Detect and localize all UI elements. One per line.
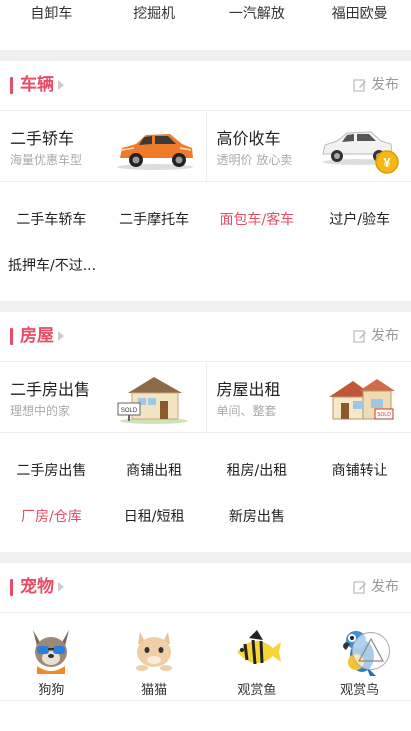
top-link[interactable]: 一汽解放 (206, 0, 309, 50)
svg-text:SOLD: SOLD (377, 412, 391, 418)
section-divider (0, 301, 411, 312)
publish-label: 发布 (371, 77, 399, 93)
category-link[interactable]: 二手摩托车 (103, 209, 206, 229)
card-title: 高价收车 (216, 129, 281, 148)
section-divider (0, 552, 411, 563)
top-link[interactable]: 自卸车 (0, 0, 103, 50)
publish-button[interactable]: 发布 (353, 577, 399, 597)
pet-item-fish[interactable]: 观赏鱼 (206, 616, 309, 700)
publish-label: 发布 (371, 579, 399, 595)
svg-text:SOLD: SOLD (120, 408, 137, 414)
section-divider (0, 50, 411, 61)
edit-icon (353, 581, 366, 594)
housing-feature-cards: 二手房出售 理想中的家 SOLD 房屋出租 单间、整套 SOLD (0, 363, 411, 433)
chevron-right-icon (58, 331, 64, 341)
top-link[interactable]: 福田欧曼 (308, 0, 411, 50)
category-link[interactable]: 过户/验车 (308, 209, 411, 229)
white-car-coin-icon: ¥ (322, 131, 399, 174)
category-link[interactable]: 新房出售 (206, 506, 309, 526)
publish-label: 发布 (371, 328, 399, 344)
card-subtitle: 单间、整套 (216, 404, 277, 418)
card-subtitle: 透明价 放心卖 (216, 153, 293, 167)
category-link[interactable]: 日租/短租 (103, 506, 206, 526)
cat-icon (136, 632, 173, 671)
svg-text:¥: ¥ (383, 155, 391, 170)
category-link[interactable]: 商铺转让 (308, 460, 411, 480)
bottom-divider (0, 700, 411, 701)
card-title: 房屋出租 (216, 380, 281, 399)
chevron-right-icon (58, 80, 64, 90)
category-link[interactable]: 抵押车/不过... (0, 255, 103, 275)
pet-label: 猫猫 (141, 683, 168, 698)
section-accent-bar (10, 579, 13, 596)
fish-icon (236, 630, 281, 665)
card-subtitle: 理想中的家 (10, 404, 71, 418)
triangle-overlay-icon (357, 637, 385, 662)
house-sold-icon: SOLD (117, 377, 188, 424)
card-house-sale[interactable]: 二手房出售 理想中的家 SOLD (0, 363, 206, 433)
top-quick-links: 自卸车 挖掘机 一汽解放 福田欧曼 (0, 0, 411, 50)
orange-car-icon (116, 134, 193, 170)
pet-categories: 狗狗 猫猫 观赏鱼 观赏鸟 (0, 616, 411, 700)
edit-icon (353, 79, 366, 92)
chevron-right-icon (58, 582, 64, 592)
house-rent-icon: SOLD (329, 379, 395, 420)
dog-icon (33, 630, 70, 674)
vehicle-category-links: 二手车轿车 二手摩托车 面包车/客车 过户/验车 抵押车/不过... (0, 196, 411, 288)
publish-button[interactable]: 发布 (353, 75, 399, 95)
card-house-rent[interactable]: 房屋出租 单间、整套 SOLD (205, 363, 411, 433)
section-title[interactable]: 车辆 (20, 74, 54, 96)
pet-label: 观赏鱼 (237, 683, 277, 698)
housing-category-links: 二手房出售 商铺出租 租房/出租 商铺转让 厂房/仓库 日租/短租 新房出售 (0, 447, 411, 539)
floating-assist-button[interactable] (352, 632, 390, 670)
section-accent-bar (10, 77, 13, 94)
card-sell-car[interactable]: 高价收车 透明价 放心卖 ¥ (205, 112, 411, 182)
category-link[interactable]: 二手车轿车 (0, 209, 103, 229)
section-accent-bar (10, 328, 13, 345)
category-link[interactable]: 二手房出售 (0, 460, 103, 480)
section-title[interactable]: 房屋 (20, 325, 54, 347)
card-used-cars[interactable]: 二手轿车 海量优惠车型 (0, 112, 206, 182)
section-header-housing: 房屋 发布 (0, 312, 411, 362)
publish-button[interactable]: 发布 (353, 326, 399, 346)
category-link-highlighted[interactable]: 厂房/仓库 (0, 506, 103, 526)
section-header-vehicles: 车辆 发布 (0, 61, 411, 111)
top-link[interactable]: 挖掘机 (103, 0, 206, 50)
category-link-highlighted[interactable]: 面包车/客车 (206, 209, 309, 229)
pet-item-dog[interactable]: 狗狗 (0, 616, 103, 700)
card-subtitle: 海量优惠车型 (10, 153, 83, 167)
card-title: 二手轿车 (10, 129, 75, 148)
section-header-pets: 宠物 发布 (0, 563, 411, 613)
pet-item-cat[interactable]: 猫猫 (103, 616, 206, 700)
category-link[interactable]: 租房/出租 (206, 460, 309, 480)
card-title: 二手房出售 (10, 380, 91, 399)
category-link[interactable]: 商铺出租 (103, 460, 206, 480)
pet-label: 狗狗 (38, 683, 65, 698)
vehicle-feature-cards: 二手轿车 海量优惠车型 高价收车 透明价 放心卖 ¥ (0, 112, 411, 182)
pet-label: 观赏鸟 (340, 683, 380, 698)
edit-icon (353, 330, 366, 343)
section-title[interactable]: 宠物 (20, 576, 54, 598)
